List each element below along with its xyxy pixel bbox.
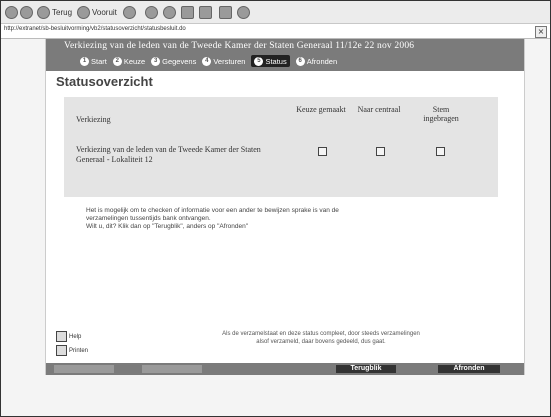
forward-arrow-icon [77,5,90,19]
close-icon[interactable]: × [535,26,547,38]
browser-window: Terug Vooruit http://extranet/sb-besluit… [0,0,551,417]
help-link[interactable]: Help [56,331,81,342]
afronden-button[interactable]: Afronden [438,365,500,373]
print-link[interactable]: Printen [56,345,88,356]
help-icon [56,331,67,342]
footnote-text: Als de verzamelstaat en deze status comp… [222,331,420,345]
terugblik-button[interactable]: Terugblik [336,365,396,373]
bottom-nav-middle[interactable] [142,365,202,373]
info-line: Wilt u, dit? Klik dan op "Terugblik", an… [86,223,249,230]
address-bar[interactable]: http://extranet/sb-besluitvorming/vb2/st… [1,24,550,39]
step-afronden[interactable]: 6 Afronden [295,55,337,67]
forward-icon [37,5,50,19]
status-table: Verkiezing Keuze gemaakt Naar centraal S… [64,97,498,197]
edit-button[interactable] [219,4,232,20]
stem-checkbox[interactable] [436,147,445,156]
search-icon [145,5,158,19]
bottom-bar: Terugblik Afronden [46,363,524,375]
browser-toolbar: Terug Vooruit [1,1,550,24]
step-start[interactable]: 1 Start [80,55,107,67]
page-header: Verkiezing van de leden van de Tweede Ka… [46,39,524,71]
back-label: Terug [52,7,73,17]
forward-label: Vooruit [92,7,117,17]
back-arrow-icon [20,5,33,19]
discuss-icon [237,5,250,19]
back-button[interactable] [5,4,33,20]
step-keuze[interactable]: 2 Keuze [112,55,145,67]
favorites-icon [163,5,176,19]
edit-icon [219,5,232,19]
search-button[interactable] [145,4,158,20]
home-button[interactable] [123,4,136,20]
page-header-title: Verkiezing van de leden van de Tweede Ka… [64,41,415,51]
wizard-steps: 1 Start 2 Keuze 3 Gegevens 4 Versturen 5 Stat… [80,55,337,67]
col-header-keuze: Keuze gemaakt [296,105,346,114]
print-icon [199,5,212,19]
discuss-button[interactable] [237,4,250,20]
bottom-nav-left[interactable] [54,365,114,373]
forward-button[interactable]: Terug [37,4,72,20]
page-title: Statusoverzicht [56,74,153,89]
keuze-checkbox[interactable] [318,147,327,156]
favorites-button[interactable] [163,4,176,20]
col-header-verkiezing: Verkiezing [76,115,111,124]
col-header-stem: Stem ingebragen [423,105,459,123]
print-toolbar-button[interactable] [199,4,212,20]
back-icon [5,5,18,19]
naar-checkbox[interactable] [376,147,385,156]
mail-button[interactable] [181,4,194,20]
step-gegevens[interactable]: 3 Gegevens [151,55,196,67]
step-status[interactable]: 5 Status [251,55,290,67]
col-header-naar: Naar centraal [357,105,401,114]
forward-label-button[interactable]: Vooruit [77,4,117,20]
page-content: Verkiezing van de leden van de Tweede Ka… [45,39,525,375]
info-line: Het is mogelijk om te checken of informa… [86,207,339,214]
printer-icon [56,345,67,356]
address-url: http://extranet/sb-besluitvorming/vb2/st… [4,26,186,32]
home-icon [123,5,136,19]
mail-icon [181,5,194,19]
info-line: verzamelingen tussentijds bank ontvangen… [86,215,211,222]
table-row-label: Verkiezing van de leden van de Tweede Ka… [76,145,261,164]
step-versturen[interactable]: 4 Versturen [202,55,245,67]
info-text: Het is mogelijk om te checken of informa… [86,207,466,231]
